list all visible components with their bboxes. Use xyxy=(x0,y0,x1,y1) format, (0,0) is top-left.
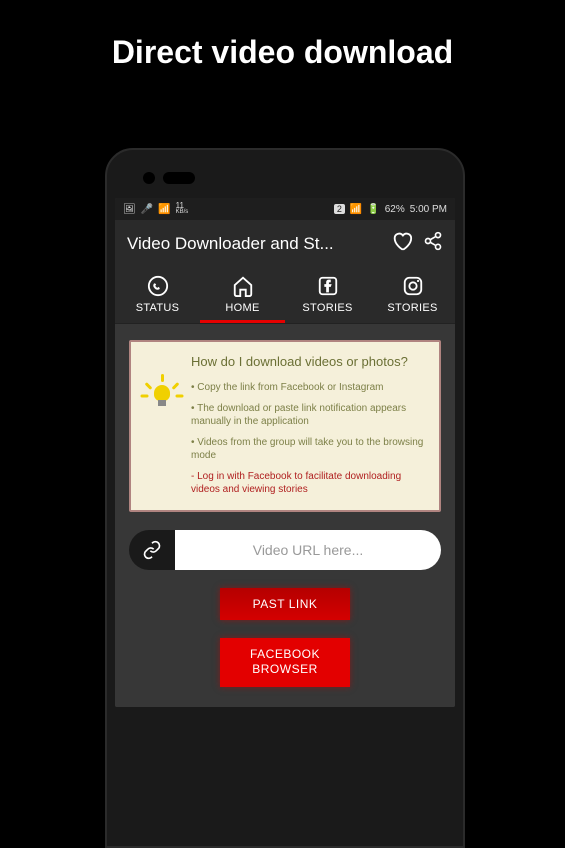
mic-icon: 🎤 xyxy=(141,204,153,215)
sim-indicator: 2 xyxy=(334,204,345,214)
battery-percent: 62% xyxy=(385,204,405,215)
tab-facebook-stories[interactable]: STORIES xyxy=(285,267,370,323)
url-input-row xyxy=(129,530,441,570)
info-step: • Videos from the group will take you to… xyxy=(191,436,427,462)
lightbulb-icon xyxy=(145,376,179,410)
info-warning: - Log in with Facebook to facilitate dow… xyxy=(191,470,427,496)
tab-label: HOME xyxy=(225,302,259,314)
tab-instagram-stories[interactable]: STORIES xyxy=(370,267,455,323)
instagram-icon xyxy=(402,275,424,297)
battery-icon: 🔋 xyxy=(367,204,379,215)
paste-link-button[interactable]: PAST LINK xyxy=(220,588,350,620)
tab-label: STORIES xyxy=(387,302,437,314)
link-icon[interactable] xyxy=(129,530,175,570)
facebook-browser-button[interactable]: FACEBOOK BROWSER xyxy=(220,638,350,687)
info-step: • The download or paste link notificatio… xyxy=(191,402,427,428)
share-icon[interactable] xyxy=(423,231,443,256)
home-icon xyxy=(232,275,254,297)
phone-frame: 🖼 🎤 📶 11 KB/s 2 📶 🔋 62% 5:00 PM Video Do… xyxy=(105,148,465,848)
favorite-icon[interactable] xyxy=(391,230,413,257)
page-title: Direct video download xyxy=(0,0,565,71)
image-icon: 🖼 xyxy=(123,204,136,215)
main-content: How do I download videos or photos? • Co… xyxy=(115,324,455,707)
facebook-icon xyxy=(317,275,339,297)
phone-speaker xyxy=(115,158,455,198)
tab-bar: STATUS HOME STORIES STORIES xyxy=(115,267,455,324)
status-bar: 🖼 🎤 📶 11 KB/s 2 📶 🔋 62% 5:00 PM xyxy=(115,198,455,220)
network-speed-unit: KB/s xyxy=(176,210,189,215)
wifi-icon: 📶 xyxy=(158,204,170,215)
url-input[interactable] xyxy=(175,530,441,570)
info-step: • Copy the link from Facebook or Instagr… xyxy=(191,381,427,394)
info-card: How do I download videos or photos? • Co… xyxy=(129,340,441,512)
tab-home[interactable]: HOME xyxy=(200,267,285,323)
whatsapp-icon xyxy=(147,275,169,297)
tab-status[interactable]: STATUS xyxy=(115,267,200,323)
info-heading: How do I download videos or photos? xyxy=(191,354,427,371)
phone-screen: 🖼 🎤 📶 11 KB/s 2 📶 🔋 62% 5:00 PM Video Do… xyxy=(115,198,455,707)
app-bar: Video Downloader and St... xyxy=(115,220,455,267)
app-title: Video Downloader and St... xyxy=(127,234,381,254)
tab-label: STATUS xyxy=(136,302,180,314)
clock-time: 5:00 PM xyxy=(410,204,447,215)
signal-icon: 📶 xyxy=(350,204,362,215)
tab-label: STORIES xyxy=(302,302,352,314)
